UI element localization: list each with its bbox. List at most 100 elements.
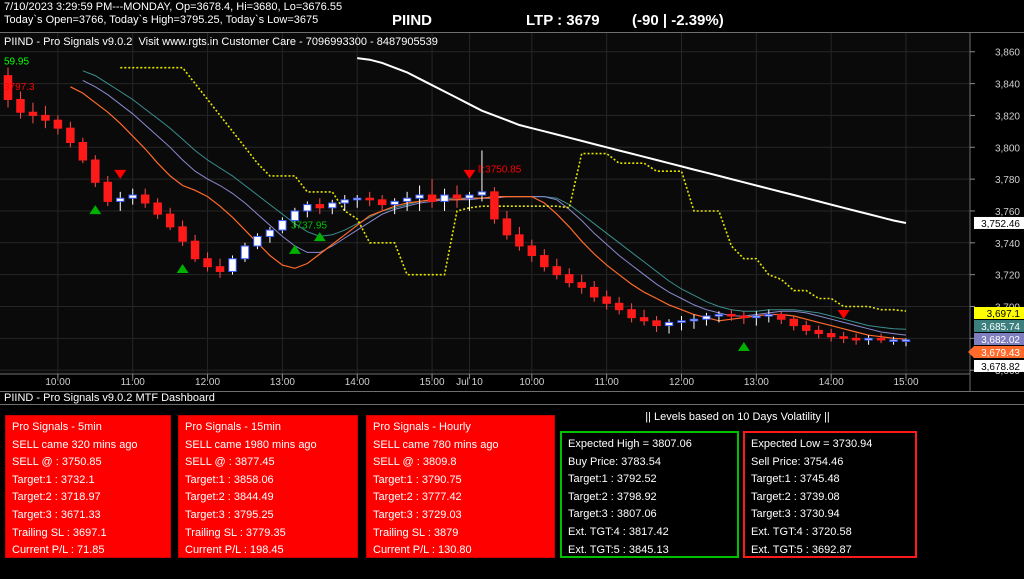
candle-body: [727, 313, 736, 317]
level-line: Target:1 : 3745.48: [751, 473, 840, 486]
level-line: Target:3 : 3730.94: [751, 508, 840, 521]
panel-line: SELL @ : 3750.85: [12, 456, 102, 469]
x-tick-label: 14:00: [819, 377, 844, 388]
candle-body: [290, 210, 300, 222]
candle-body: [228, 258, 237, 272]
price-tag-label: 3,679.43: [981, 348, 1020, 359]
candle-body: [128, 194, 137, 199]
y-tick-label: 3,780: [995, 175, 1020, 186]
expected-high-panel: Expected High = 3807.06 Buy Price: 3783.…: [560, 431, 739, 558]
candle-body: [614, 302, 624, 311]
panel-line: Pro Signals - Hourly: [373, 421, 471, 433]
y-tick-label: 3,860: [995, 48, 1020, 59]
candle-body: [365, 197, 374, 201]
panel-line: SELL came 1980 mins ago: [185, 438, 317, 451]
candle-body: [789, 318, 798, 327]
candle-body: [901, 339, 911, 342]
panel-line: Trailing SL : 3879: [373, 526, 459, 539]
x-tick-label: 10:00: [45, 377, 70, 388]
panel-line: Target:2 : 3718.97: [12, 491, 101, 504]
candle-body: [440, 194, 449, 202]
signal-panel-hourly: Pro Signals - Hourly SELL came 780 mins …: [366, 415, 555, 558]
candle-body: [777, 313, 786, 320]
candle-body: [739, 315, 749, 319]
candle-body: [764, 313, 774, 317]
panel-line: Target:2 : 3844.49: [185, 491, 274, 504]
candle-body: [53, 119, 63, 129]
x-tick-label: 15:00: [893, 377, 918, 388]
candle-body: [402, 197, 412, 202]
last-traded-price: LTP : 3679: [526, 12, 600, 29]
y-tick-label: 3,760: [995, 207, 1020, 218]
candle-body: [702, 315, 711, 320]
panel-line: SELL came 780 mins ago: [373, 438, 499, 451]
panel-line: Pro Signals - 5min: [12, 421, 102, 433]
candle-body: [851, 337, 861, 341]
candle-body: [814, 329, 823, 335]
quote-info: 7/10/2023 3:29:59 PM---MONDAY, Op=3678.4…: [4, 1, 342, 27]
panel-line: Target:3 : 3671.33: [12, 508, 101, 521]
candle-body: [602, 296, 611, 304]
candle-body: [839, 336, 848, 339]
level-line: Ext. TGT:4 : 3817.42: [568, 525, 669, 538]
x-tick-label: 11:00: [121, 377, 146, 388]
chart-annotation: 59.95: [4, 56, 29, 67]
x-tick-label: Jul 10: [456, 377, 483, 388]
candle-body: [714, 313, 724, 317]
candle-body: [78, 141, 88, 161]
level-line: Target:2 : 3739.08: [751, 490, 840, 503]
candle-body: [752, 315, 761, 319]
x-tick-label: 15:00: [420, 377, 445, 388]
candle-body: [589, 286, 599, 298]
panel-line: Target:3 : 3795.25: [185, 508, 274, 521]
y-tick-label: 3,840: [995, 80, 1020, 91]
price-tag-label: 3,682.02: [981, 335, 1020, 346]
candle-body: [315, 204, 325, 209]
price-tag: 3,697.1: [974, 307, 1024, 320]
candle-body: [240, 245, 250, 260]
y-tick-label: 3,720: [995, 271, 1020, 282]
candle-body: [91, 159, 100, 183]
level-line: Target:2 : 3798.92: [568, 490, 657, 503]
panel-line: Target:2 : 3777.42: [373, 491, 462, 504]
y-tick-label: 3,820: [995, 111, 1020, 122]
candle-body: [639, 317, 649, 322]
candle-body: [265, 229, 275, 237]
candle-body: [116, 197, 125, 202]
price-tag: 3,679.43: [974, 346, 1024, 359]
panel-line: Target:3 : 3729.03: [373, 508, 462, 521]
candle-body: [577, 282, 586, 288]
price-tag: 3,682.02: [974, 333, 1024, 346]
candle-body: [203, 258, 212, 268]
dashboard-divider: [0, 404, 1024, 405]
x-tick-label: 13:00: [744, 377, 769, 388]
panel-line: Current P/L : 130.80: [373, 544, 472, 557]
candle-body: [377, 199, 387, 206]
panel-line: Target:1 : 3790.75: [373, 473, 462, 486]
candle-body: [552, 266, 562, 276]
x-tick-label: 12:00: [195, 377, 220, 388]
chart-annotation: ll:3750.85: [478, 165, 522, 176]
candle-body: [876, 337, 886, 341]
x-tick-label: 14:00: [345, 377, 370, 388]
signal-panel-5min: Pro Signals - 5min SELL came 320 mins ag…: [5, 415, 171, 558]
panel-line: Trailing SL : 3779.35: [185, 526, 286, 539]
candle-body: [801, 325, 811, 331]
y-tick-label: 3,800: [995, 143, 1020, 154]
candle-body: [215, 266, 225, 272]
price-chart[interactable]: 59.953797.33737.95ll:3750.85 3,6603,6803…: [0, 33, 1024, 391]
candle-body: [390, 200, 399, 206]
levels-title: || Levels based on 10 Days Volatility ||: [645, 411, 830, 423]
level-line: Target:1 : 3792.52: [568, 473, 657, 486]
candle-body: [864, 337, 873, 341]
panel-line: Target:1 : 3732.1: [12, 473, 95, 486]
expected-low-panel: Expected Low = 3730.94 Sell Price: 3754.…: [743, 431, 917, 558]
candle-body: [889, 339, 898, 342]
y-tick-label: 3,740: [995, 239, 1020, 250]
candle-body: [627, 309, 636, 319]
candle-body: [689, 318, 699, 322]
candle-body: [477, 191, 487, 196]
candle-body: [103, 181, 113, 202]
panel-line: SELL came 320 mins ago: [12, 438, 138, 451]
price-tag-label: 3,752.46: [981, 219, 1020, 230]
